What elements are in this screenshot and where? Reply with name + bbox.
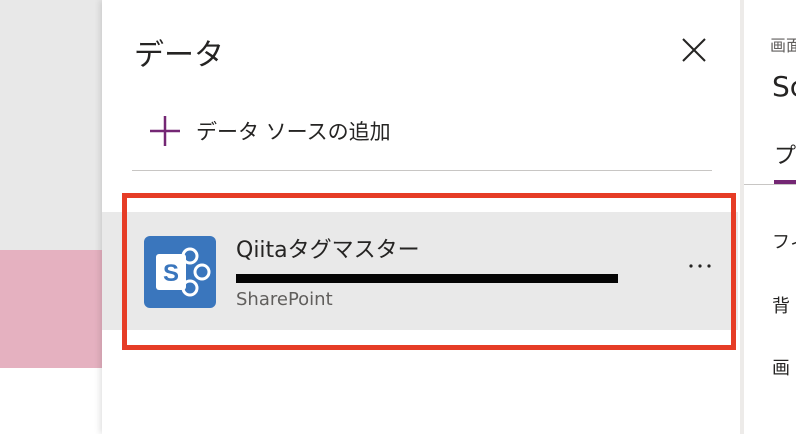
svg-text:S: S (163, 260, 179, 287)
data-source-name: Qiitaタグマスター (236, 238, 420, 263)
plus-icon (150, 116, 180, 146)
property-background[interactable]: 背 (772, 292, 790, 318)
panel-title: データ (134, 38, 224, 73)
canvas-background (0, 0, 102, 250)
screen-name: Sc (772, 70, 796, 103)
tab-properties[interactable]: プ (774, 138, 796, 170)
more-icon (689, 264, 711, 268)
property-fill[interactable]: フィ (772, 228, 796, 254)
data-source-item[interactable]: S Qiitaタグマスター SharePoint (102, 212, 738, 330)
data-source-type: SharePoint (236, 289, 333, 310)
properties-panel: 画面 Sc プ フィ 背 画 (740, 0, 796, 434)
sharepoint-icon: S (144, 236, 216, 308)
close-icon (682, 38, 706, 62)
property-image[interactable]: 画 (772, 354, 790, 380)
redaction-bar (236, 274, 618, 283)
divider (744, 184, 796, 185)
add-data-source-label: データ ソースの追加 (196, 120, 391, 144)
data-panel: データ データ ソースの追加 S Qiitaタグマスター SharePoint (102, 0, 740, 434)
add-data-source-button[interactable]: データ ソースの追加 (148, 112, 391, 150)
canvas-colored-region (0, 250, 102, 368)
divider (132, 170, 712, 171)
screen-label: 画面 (770, 36, 796, 55)
close-button[interactable] (680, 36, 708, 64)
more-options-button[interactable] (686, 254, 714, 278)
